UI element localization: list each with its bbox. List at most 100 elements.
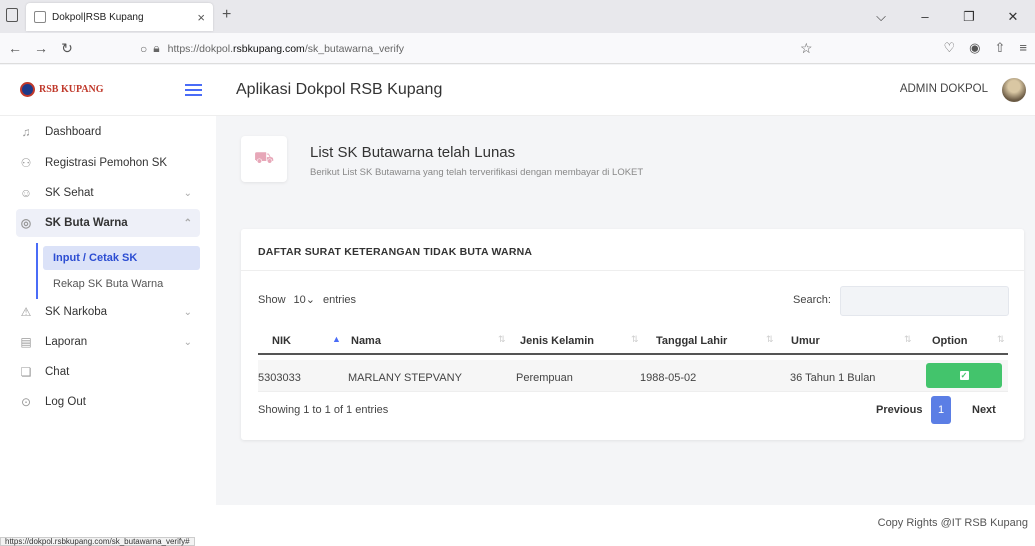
forward-icon[interactable]: → xyxy=(30,40,52,56)
sidebar-item-label: SK Buta Warna xyxy=(45,217,128,229)
column-header-nik[interactable]: NIK xyxy=(272,335,291,347)
user-name[interactable]: ADMIN DOKPOL xyxy=(900,83,988,95)
minimize-icon[interactable]: – xyxy=(903,9,947,24)
cell-nik: 5303033 xyxy=(258,372,301,384)
close-window-icon[interactable]: ✕ xyxy=(991,9,1035,25)
car-icon: ⛟ xyxy=(241,136,287,182)
sidebar-item-sk-buta-warna[interactable]: ◎ SK Buta Warna ⌃ xyxy=(16,209,200,237)
chevron-up-icon: ⌃ xyxy=(183,217,192,229)
sort-icon: ⇅ xyxy=(631,334,639,344)
divider xyxy=(241,270,1024,271)
sidebar: ♫ Dashboard ⚇ Registrasi Pemohon SK ☺ SK… xyxy=(0,116,216,546)
sidebar-item-sk-sehat[interactable]: ☺ SK Sehat ⌄ xyxy=(16,179,200,207)
sidebar-item-label: Laporan xyxy=(45,336,88,348)
column-header-jenis-kelamin[interactable]: Jenis Kelamin xyxy=(520,335,594,347)
logo-emblem-icon xyxy=(20,82,35,97)
page-subtitle: Berikut List SK Butawarna yang telah ter… xyxy=(310,167,644,178)
table-card: DAFTAR SURAT KETERANGAN TIDAK BUTA WARNA… xyxy=(241,229,1024,440)
sidebar-item-laporan[interactable]: ▤ Laporan ⌄ xyxy=(16,328,200,356)
hamburger-menu-icon[interactable] xyxy=(185,84,202,96)
submenu-item-input-cetak-sk[interactable]: Input / Cetak SK xyxy=(43,246,200,270)
reload-icon[interactable]: ↻ xyxy=(56,40,78,57)
submenu-indicator xyxy=(36,243,38,299)
sidebar-item-label: Registrasi Pemohon SK xyxy=(45,157,168,169)
cell-jenis-kelamin: Perempuan xyxy=(516,372,573,384)
footer: Copy Rights @IT RSB Kupang xyxy=(216,505,1035,546)
page-1-button[interactable]: 1 xyxy=(931,396,951,424)
verify-button[interactable]: ✓ xyxy=(926,363,1002,388)
sidebar-item-label: Chat xyxy=(45,366,70,378)
length-control: Show 10⌄ entries xyxy=(258,293,357,307)
new-tab-icon[interactable]: + xyxy=(222,6,231,24)
chevron-down-icon: ⌄ xyxy=(305,294,315,306)
sidebar-item-sk-narkoba[interactable]: ⚠ SK Narkoba ⌄ xyxy=(16,298,200,326)
sidebar-item-logout[interactable]: ⊙ Log Out xyxy=(16,388,200,416)
column-header-nama[interactable]: Nama xyxy=(351,335,381,347)
entries-length-select[interactable]: 10⌄ xyxy=(294,293,315,306)
extensions-icon[interactable]: ⇧ xyxy=(995,40,1006,56)
tab-close-icon[interactable]: × xyxy=(197,10,205,25)
tab-overflow-chevron-icon[interactable]: ⌵ xyxy=(859,9,903,25)
page-title: List SK Butawarna telah Lunas xyxy=(310,144,516,161)
cell-umur: 36 Tahun 1 Bulan xyxy=(790,372,876,384)
chevron-down-icon: ⌄ xyxy=(183,306,192,318)
sidebar-item-label: Log Out xyxy=(45,396,86,408)
app-header: RSB KUPANG Aplikasi Dokpol RSB Kupang AD… xyxy=(0,65,1035,116)
sidebar-item-dashboard[interactable]: ♫ Dashboard xyxy=(16,118,200,146)
avatar[interactable] xyxy=(1002,78,1026,102)
bookmark-star-icon[interactable]: ☆ xyxy=(800,40,813,57)
url-text: https://dokpol.rsbkupang.com/sk_butawarn… xyxy=(167,42,405,55)
url-bar[interactable]: ○ 🔒︎ https://dokpol.rsbkupang.com/sk_but… xyxy=(140,41,404,56)
bell-icon: ♫ xyxy=(21,125,31,139)
chat-icon: ❏ xyxy=(20,365,32,379)
tab-list-icon[interactable] xyxy=(6,8,18,22)
browser-nav-bar: ← → ↻ ○ 🔒︎ https://dokpol.rsbkupang.com/… xyxy=(0,33,1035,64)
card-title: DAFTAR SURAT KETERANGAN TIDAK BUTA WARNA xyxy=(258,246,533,258)
sidebar-item-chat[interactable]: ❏ Chat xyxy=(16,358,200,386)
column-header-umur[interactable]: Umur xyxy=(791,335,820,347)
browser-tab-bar: Dokpol|RSB Kupang × + ⌵ – ❐ ✕ xyxy=(0,0,1035,33)
logo-text: RSB KUPANG xyxy=(39,84,104,95)
entries-label: entries xyxy=(323,293,357,306)
submenu-item-label: Rekap SK Buta Warna xyxy=(53,278,164,290)
tab-title: Dokpol|RSB Kupang xyxy=(52,11,144,23)
maximize-icon[interactable]: ❐ xyxy=(947,9,991,25)
back-icon[interactable]: ← xyxy=(4,40,26,56)
lock-icon: 🔒︎ xyxy=(153,41,160,55)
account-icon[interactable]: ◉ xyxy=(969,40,980,56)
cell-tanggal-lahir: 1988-05-02 xyxy=(640,372,697,384)
sidebar-item-label: SK Sehat xyxy=(45,187,94,199)
column-header-tanggal-lahir[interactable]: Tanggal Lahir xyxy=(656,335,727,347)
previous-button[interactable]: Previous xyxy=(876,404,922,416)
sort-icon: ⇅ xyxy=(766,334,774,344)
status-bar-url: https://dokpol.rsbkupang.com/sk_butawarn… xyxy=(0,537,195,546)
logo[interactable]: RSB KUPANG xyxy=(20,82,104,97)
logout-icon: ⊙ xyxy=(20,395,32,409)
submenu-item-label: Input / Cetak SK xyxy=(53,252,138,264)
column-header-option[interactable]: Option xyxy=(932,335,967,347)
table-header-border xyxy=(258,353,1008,355)
submenu-item-rekap-sk-buta-warna[interactable]: Rekap SK Buta Warna xyxy=(43,272,200,296)
users-icon: ⚇ xyxy=(20,156,32,170)
warning-icon: ⚠ xyxy=(20,305,32,319)
sidebar-item-registrasi[interactable]: ⚇ Registrasi Pemohon SK xyxy=(16,149,200,177)
shield-icon: ○ xyxy=(140,41,148,56)
chevron-down-icon: ⌄ xyxy=(183,336,192,348)
search-input[interactable] xyxy=(840,286,1009,316)
menu-icon[interactable]: ≡ xyxy=(1019,40,1027,56)
footer-text: Copy Rights @IT RSB Kupang xyxy=(877,517,1028,529)
sort-icon: ⇅ xyxy=(498,334,506,344)
eye-icon: ◎ xyxy=(20,216,32,230)
table-info: Showing 1 to 1 of 1 entries xyxy=(258,404,389,416)
show-label: Show xyxy=(258,293,286,306)
document-icon: ▤ xyxy=(20,335,32,349)
app-title: Aplikasi Dokpol RSB Kupang xyxy=(236,81,443,98)
smile-icon: ☺ xyxy=(19,186,33,200)
next-button[interactable]: Next xyxy=(972,404,996,416)
sort-icon: ⇅ xyxy=(997,334,1005,344)
favicon-icon xyxy=(34,11,46,23)
sidebar-item-label: Dashboard xyxy=(45,126,102,138)
cell-nama: MARLANY STEPVANY xyxy=(348,372,462,384)
pocket-icon[interactable]: ♡ xyxy=(944,40,956,56)
browser-tab[interactable]: Dokpol|RSB Kupang × xyxy=(26,3,213,31)
